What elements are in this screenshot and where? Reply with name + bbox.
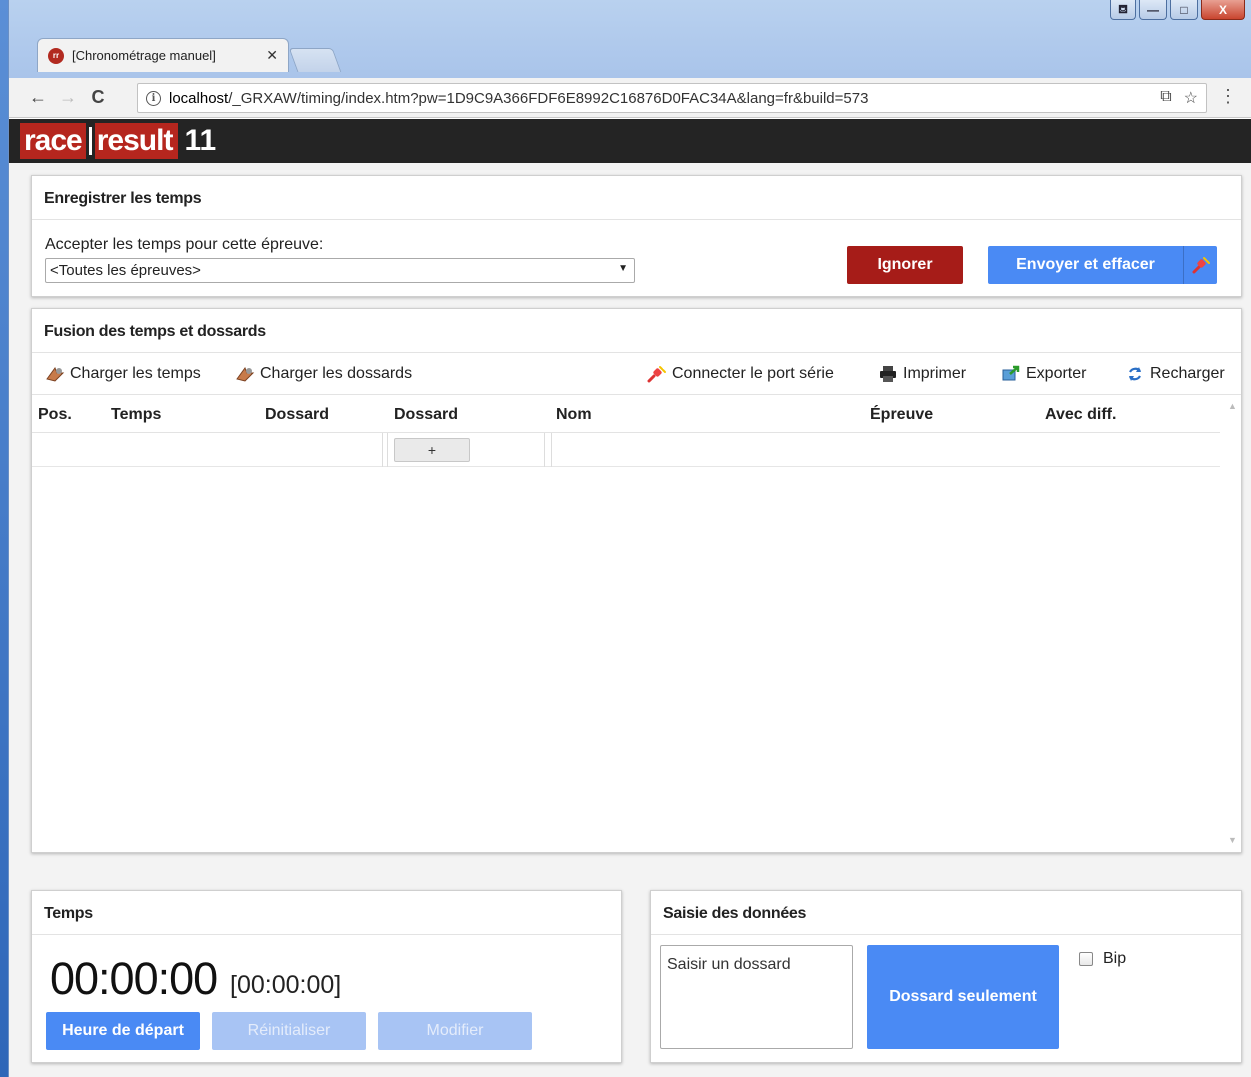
dropdown-arrow-icon: ▼ (618, 263, 628, 274)
add-row-button[interactable]: + (394, 438, 470, 462)
cell-divider (544, 433, 545, 467)
plug-icon (647, 366, 666, 383)
secondary-clock: [00:00:00] (230, 971, 342, 999)
start-time-button[interactable]: Heure de départ (46, 1012, 200, 1050)
main-clock: 00:00:00 (50, 953, 218, 1004)
time-heading: Temps (32, 891, 621, 935)
reload-label: Recharger (1150, 365, 1225, 382)
print-action[interactable]: Imprimer (878, 365, 966, 383)
connect-serial-label: Connecter le port série (672, 365, 834, 382)
tab-title: [Chronométrage manuel] (72, 48, 216, 63)
col-with-diff[interactable]: Avec diff. (1045, 406, 1116, 424)
logo-separator (88, 127, 92, 155)
bib-input[interactable]: Saisir un dossard (660, 945, 853, 1049)
new-tab-button[interactable] (288, 48, 342, 72)
app-header: race result 11 (9, 119, 1251, 163)
scroll-up-icon[interactable]: ▲ (1228, 401, 1237, 411)
table-row: + (32, 433, 1220, 467)
maximize-button[interactable]: □ (1170, 0, 1198, 20)
load-bibs-label: Charger les dossards (260, 365, 413, 382)
contest-select-value: <Toutes les épreuves> (50, 262, 201, 279)
load-times-action[interactable]: Charger les temps (45, 365, 201, 383)
connect-plug-button[interactable] (1183, 246, 1217, 284)
raceresult-logo: race result 11 (20, 123, 222, 159)
browser-window: ⛾ — □ X rr [Chronométrage manuel] ✕ ← → … (8, 0, 1251, 1077)
load-times-icon (46, 366, 65, 382)
col-pos[interactable]: Pos. (38, 406, 72, 424)
export-action[interactable]: Exporter (1001, 365, 1086, 383)
address-bar[interactable]: i localhost/_GRXAW/timing/index.htm?pw=1… (137, 83, 1207, 113)
merge-table-header: Pos. Temps Dossard Dossard Nom Épreuve A… (32, 397, 1220, 433)
reset-button[interactable]: Réinitialiser (212, 1012, 366, 1050)
refresh-icon (1129, 367, 1141, 381)
contest-select[interactable]: <Toutes les épreuves> ▼ (45, 258, 635, 283)
url-host: localhost (169, 89, 229, 107)
load-bibs-icon (236, 366, 255, 382)
reload-icon[interactable]: C (83, 87, 113, 108)
beep-label: Bip (1103, 950, 1127, 967)
record-times-heading: Enregistrer les temps (32, 176, 1241, 220)
merge-heading: Fusion des temps et dossards (32, 309, 1241, 353)
minimize-button[interactable]: — (1139, 0, 1167, 20)
scroll-down-icon[interactable]: ▼ (1228, 835, 1237, 845)
logo-result: result (94, 123, 179, 159)
bib-only-button[interactable]: Dossard seulement (867, 945, 1059, 1049)
load-bibs-action[interactable]: Charger les dossards (235, 365, 412, 383)
data-entry-heading: Saisie des données (651, 891, 1241, 935)
back-icon[interactable]: ← (23, 87, 53, 108)
beep-checkbox[interactable]: Bip (1079, 950, 1126, 968)
plug-icon (1192, 257, 1210, 274)
printer-icon (880, 366, 896, 382)
export-icon (1002, 365, 1020, 381)
url-text[interactable]: localhost/_GRXAW/timing/index.htm?pw=1D9… (169, 90, 868, 107)
omnibox-actions: ⧉ ☆ (1160, 88, 1198, 108)
col-bib-2[interactable]: Dossard (394, 406, 458, 424)
raceresult-favicon-icon: rr (48, 47, 64, 64)
logo-race: race (20, 123, 86, 159)
record-times-panel: Enregistrer les temps Accepter les temps… (31, 175, 1242, 297)
window-controls: ⛾ — □ X (1110, 0, 1245, 20)
browser-tab[interactable]: rr [Chronométrage manuel] ✕ (37, 38, 289, 72)
col-time[interactable]: Temps (111, 406, 161, 424)
beep-checkbox-box[interactable] (1079, 952, 1093, 966)
app-content: Enregistrer les temps Accepter les temps… (9, 163, 1251, 1077)
load-times-label: Charger les temps (70, 365, 201, 382)
col-bib-1[interactable]: Dossard (265, 406, 329, 424)
translate-icon[interactable]: ⧉ (1160, 88, 1171, 108)
site-info-icon[interactable]: i (146, 90, 161, 106)
browser-toolbar: ← → C i localhost/_GRXAW/timing/index.ht… (9, 78, 1251, 118)
merge-actions-bar: Charger les temps Charger les dossards C… (32, 355, 1241, 395)
time-panel: Temps 00:00:00 [00:00:00] Heure de dépar… (31, 890, 622, 1063)
accept-times-label: Accepter les temps pour cette épreuve: (45, 236, 324, 253)
bookmark-star-icon[interactable]: ☆ (1184, 88, 1198, 108)
col-name[interactable]: Nom (556, 406, 592, 424)
title-bar: ⛾ — □ X rr [Chronométrage manuel] ✕ (9, 0, 1251, 78)
ignore-button[interactable]: Ignorer (847, 246, 963, 284)
logo-version: 11 (184, 124, 217, 157)
url-path: /_GRXAW/timing/index.htm?pw=1D9C9A366FDF… (228, 89, 869, 107)
merge-panel: Fusion des temps et dossards Charger les… (31, 308, 1242, 853)
connect-serial-action[interactable]: Connecter le port série (647, 365, 834, 383)
reload-action[interactable]: Recharger (1125, 365, 1225, 383)
data-entry-panel: Saisie des données Saisir un dossard Dos… (650, 890, 1242, 1063)
export-label: Exporter (1026, 365, 1087, 382)
modify-button[interactable]: Modifier (378, 1012, 532, 1050)
tab-close-icon[interactable]: ✕ (266, 47, 278, 64)
send-and-clear-button[interactable]: Envoyer et effacer (988, 246, 1183, 284)
cell-divider (387, 433, 388, 467)
desktop-edge (0, 0, 8, 1077)
browser-menu-icon[interactable]: ⋮ (1219, 86, 1237, 107)
cell-divider (551, 433, 552, 467)
table-scrollbar[interactable]: ▲ ▼ (1225, 397, 1239, 849)
print-label: Imprimer (903, 365, 967, 382)
user-icon[interactable]: ⛾ (1110, 0, 1136, 20)
col-contest[interactable]: Épreuve (870, 406, 933, 424)
close-window-button[interactable]: X (1201, 0, 1245, 20)
cell-divider (382, 433, 383, 467)
forward-icon[interactable]: → (53, 87, 83, 108)
